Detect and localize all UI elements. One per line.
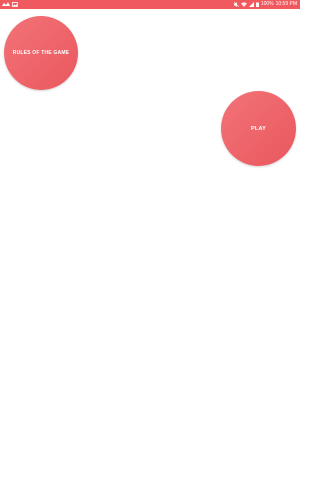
status-bar: 100% 10:59 PM	[0, 0, 300, 9]
app-screen: 100% 10:59 PM RULES OF THE GAME PLAY	[0, 0, 300, 480]
play-button-label: PLAY	[251, 125, 266, 132]
signal-icon	[248, 2, 254, 7]
status-bar-left	[2, 0, 18, 9]
rules-button-label: RULES OF THE GAME	[12, 50, 70, 56]
wifi-icon	[240, 2, 247, 7]
status-time: 10:59 PM	[275, 1, 297, 7]
battery-percent: 100%	[260, 1, 274, 7]
play-button[interactable]: PLAY	[221, 91, 296, 166]
mute-icon	[233, 2, 239, 7]
gallery-icon	[12, 2, 18, 7]
rules-of-the-game-button[interactable]: RULES OF THE GAME	[4, 16, 78, 90]
battery-icon	[255, 2, 259, 7]
status-bar-right: 100% 10:59 PM	[233, 0, 297, 9]
notification-icon	[2, 2, 10, 7]
